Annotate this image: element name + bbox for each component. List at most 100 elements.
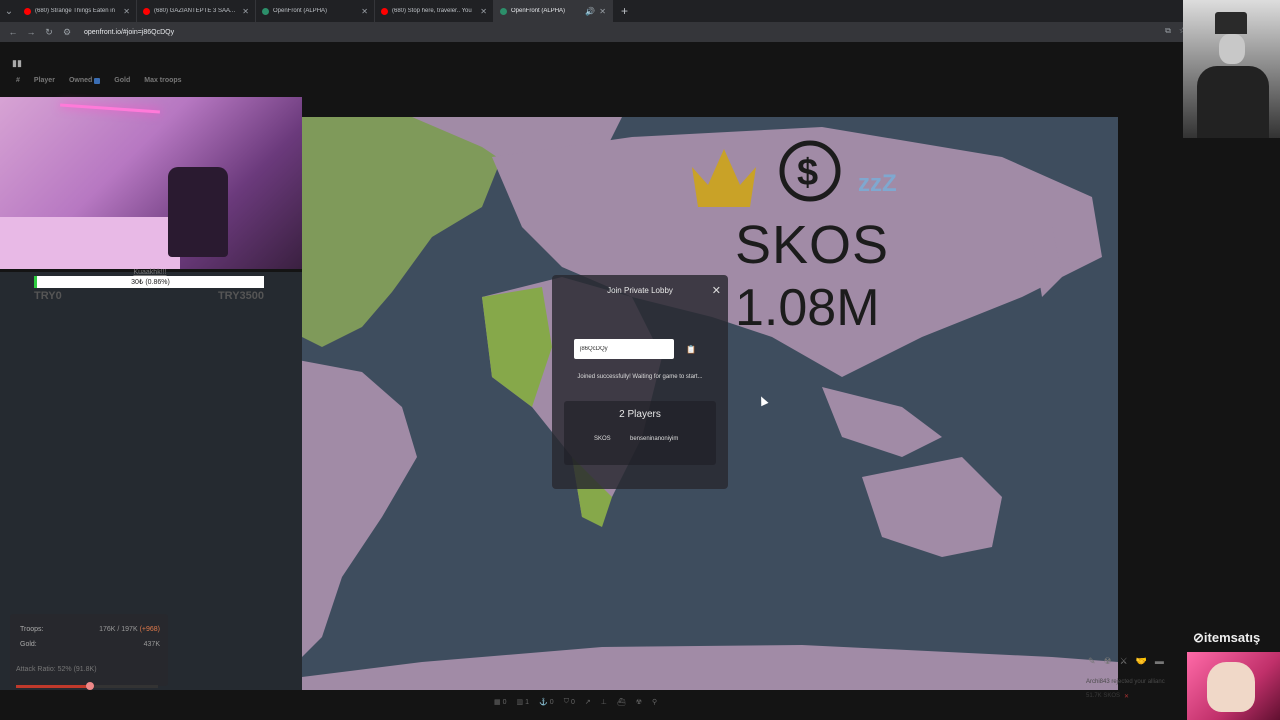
dollar-glyph: $ [797,152,818,194]
close-icon[interactable]: ✕ [1124,693,1129,700]
north-america-land [302,117,502,347]
close-icon[interactable]: ✕ [712,284,721,297]
new-tab-button[interactable]: + [613,4,636,18]
donation-goal: Kuaakhk!!! 30₺ (0.86%) TRY0 TRY3500 [30,269,270,302]
sponsor-logo: ⊘itemsatış [1193,630,1261,645]
browser-tab[interactable]: OpenFront (ALPHA) ✕ [256,0,375,22]
attack-ratio-knob[interactable] [85,682,94,690]
cat-overlay [1187,652,1280,720]
player-chip: SKOS [594,436,611,442]
sort-icon [94,77,101,84]
webcam-overlay [0,97,302,269]
sword-icon[interactable]: ⚔ [1120,656,1128,667]
nuke-build-button[interactable]: ☢ [636,698,642,706]
back-icon[interactable]: ← [8,27,18,37]
gold-row: Gold: 437K [20,641,160,648]
players-count: 2 Players [619,409,661,420]
missile-build-button[interactable]: ↗ [585,698,591,706]
forward-icon[interactable]: → [26,27,36,37]
silo-icon: ⊥ [600,699,607,706]
col-max-troops[interactable]: Max troops [144,77,181,84]
city-count: 0 [502,698,507,706]
event-footer: 51.7K SKOS [1086,693,1121,699]
col-owned[interactable]: Owned [68,77,101,84]
coat [1197,66,1269,138]
install-app-icon[interactable]: ⧉ [1165,26,1171,36]
troops-row: Troops: 176K / 197K (+968) [20,626,160,633]
site-info-icon[interactable]: ⚙ [62,27,72,38]
port-build-button[interactable]: ⚓ 0 [539,698,554,707]
bed [0,217,180,269]
sleep-icon: zzZ [858,170,897,197]
cat [1207,662,1255,712]
tab-title: (680) Strange Things Eaten in [35,8,115,14]
join-private-lobby-modal: Join Private Lobby ✕ 📋 Joined successful… [552,275,728,489]
col-gold[interactable]: Gold [114,77,130,84]
city-icon: ▦ [494,699,501,706]
gaming-chair [168,167,228,257]
url-field[interactable]: openfront.io/#join=j86QcDQy [84,29,174,36]
lobby-code-input[interactable] [574,339,674,359]
port-icon: ⚓ [539,699,548,706]
silo-build-button[interactable]: ⊥ [601,698,607,706]
tab-title: OpenFront (ALPHA) [511,8,566,14]
reload-icon[interactable]: ↻ [44,27,54,38]
handshake-icon[interactable]: 🤝 [1136,656,1147,667]
tab-title: OpenFront (ALPHA) [273,8,328,14]
youtube-icon [24,7,31,15]
donation-max: TRY3500 [217,290,264,302]
factory-icon: ▥ [516,699,524,706]
tab-close-icon[interactable]: ✕ [123,7,130,16]
city-build-button[interactable]: ▦ 0 [494,698,507,707]
port-count: 0 [549,698,554,706]
chat-icon[interactable]: ▬ [1155,656,1164,667]
troops-increase: (+968) [139,626,160,633]
browser-tab-bar: ⌄ (680) Strange Things Eaten in ✕ (680) … [0,0,1280,22]
gold-label: Gold: [20,641,37,648]
player-stats-panel: Troops: 176K / 197K (+968) Gold: 437K [10,614,168,686]
attack-ratio-slider[interactable] [16,682,158,690]
crown-icon [692,149,756,207]
attack-ratio-label: Attack Ratio: 52% (91.8K) [16,666,97,673]
gold-value: 437K [143,641,160,648]
tab-title: (680) GAZİANTEPTE 3 SAATTE [154,8,239,14]
donor-name: Kuaakhk!!! [133,269,167,276]
col-player[interactable]: Player [34,77,55,84]
players-list: 2 Players SKOS benseninanoniyim [564,401,716,465]
youtube-icon [143,7,150,15]
tab-close-icon[interactable]: ✕ [361,7,368,16]
tab-close-icon[interactable]: ✕ [480,7,487,16]
browser-tab[interactable]: (680) Stop here, traveler.. You ✕ [375,0,494,22]
event-message: Archi843 rejected your allianc [1086,679,1165,685]
led-light [60,103,160,114]
troops-value: 176K / 197K [99,626,138,633]
antarctica-territory [302,645,1118,690]
tab-title: (680) Stop here, traveler.. You [392,8,472,14]
pencil-icon[interactable]: ✎ [1088,656,1096,667]
speaker-icon[interactable]: 🔊 [585,7,595,16]
factory-build-button[interactable]: ▥ 1 [516,698,530,707]
nuke-icon: ☢ [635,699,642,706]
radiation-icon[interactable]: ☢ [1104,656,1112,667]
player-troops-overlay: 1.08M [735,279,880,337]
browser-tab[interactable]: (680) Strange Things Eaten in ✕ [18,0,137,22]
donation-progress-text: 30₺ (0.86%) [131,279,170,286]
defense-build-button[interactable]: ⛉ 0 [564,698,575,706]
browser-tab-active[interactable]: OpenFront (ALPHA) 🔊 ✕ [494,0,613,22]
col-rank[interactable]: # [16,77,20,84]
sam-build-button[interactable]: ⚲ [652,698,657,706]
warship-build-button[interactable]: ⛴ [617,698,626,706]
col-owned-label: Owned [68,77,93,84]
tab-search-button[interactable]: ⌄ [0,0,18,22]
tab-close-icon[interactable]: ✕ [599,7,606,16]
build-toolbar: ▦ 0 ▥ 1 ⚓ 0 ⛉ 0 ↗ ⊥ ⛴ ☢ ⚲ [494,694,794,710]
browser-tab[interactable]: (680) GAZİANTEPTE 3 SAATTE ✕ [137,0,256,22]
indonesia-territory [822,387,942,457]
copy-icon[interactable]: 📋 [684,342,698,356]
leaderboard-icon[interactable]: ▮▮ [12,58,22,69]
address-bar: ← → ↻ ⚙ openfront.io/#join=j86QcDQy ⧉ ☆ [0,22,1280,42]
tab-close-icon[interactable]: ✕ [242,7,249,16]
warship-icon: ⛴ [616,699,626,706]
game-page: ▮▮ # Player Owned Gold Max troops Kuaakh… [0,42,1280,720]
openfront-icon [500,7,507,15]
